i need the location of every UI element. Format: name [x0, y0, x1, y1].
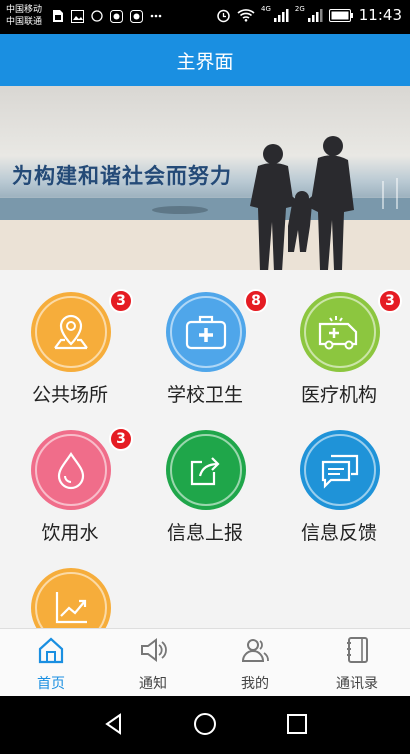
tile-badge: 3 [109, 289, 133, 313]
feedback-chat-icon [321, 454, 359, 489]
tab-label: 首页 [37, 676, 65, 692]
banner-image: 为构建和谐社会而努力 [0, 86, 410, 270]
tile-school-health[interactable]: 8 学校卫生 [138, 270, 272, 406]
tile-icon-circle [31, 430, 111, 510]
tile-icon-circle [300, 430, 380, 510]
map-pin-icon [54, 314, 88, 350]
signal-icon [307, 9, 323, 22]
network-type-2: 2G [294, 5, 305, 13]
tile-label: 公共场所 [31, 384, 108, 406]
tile-label: 信息上报 [166, 522, 243, 544]
tile-medical-institutions[interactable]: 3 医疗机构 [272, 270, 406, 406]
tile-badge: 3 [109, 427, 133, 451]
tile-icon-circle [166, 292, 246, 372]
tile-label: 学校卫生 [166, 384, 243, 406]
status-bar: 中国移动 中国联通 4G 2G 11:43 [0, 0, 410, 34]
carrier-info: 中国移动 中国联通 [6, 4, 42, 28]
water-drop-icon [57, 452, 85, 490]
network-type-1: 4G [260, 5, 271, 13]
tab-profile[interactable]: 我的 [204, 629, 306, 697]
tile-icon-circle [166, 430, 246, 510]
tab-contacts[interactable]: 通讯录 [306, 629, 408, 697]
tile-icon-circle [300, 292, 380, 372]
tile-badge: 8 [244, 289, 268, 313]
tile-icon-circle [31, 568, 111, 628]
speaker-icon [141, 638, 167, 662]
user-icon [241, 639, 269, 662]
first-aid-kit-icon [185, 315, 227, 350]
tile-badge: 3 [378, 289, 402, 313]
page-title-bar: 主界面 [0, 34, 410, 86]
app-notification-icon [130, 9, 143, 23]
sim-card-icon [53, 10, 63, 22]
tile-label: 饮用水 [41, 522, 99, 544]
carrier-2: 中国联通 [6, 17, 43, 27]
tile-drinking-water[interactable]: 3 饮用水 [3, 408, 137, 544]
tile-label: 信息反馈 [300, 522, 377, 544]
app-notification-icon [110, 9, 123, 23]
back-icon[interactable] [102, 712, 126, 736]
system-navigation-bar [0, 696, 410, 754]
tab-label: 我的 [241, 676, 269, 692]
carrier-1: 中国移动 [6, 5, 43, 15]
page-title: 主界面 [176, 50, 234, 73]
battery-icon [328, 8, 353, 22]
contacts-icon [347, 637, 368, 663]
banner-slogan: 为构建和谐社会而努力 [12, 164, 232, 188]
notification-icons [52, 9, 162, 23]
ambulance-icon [318, 316, 358, 350]
tab-notifications[interactable]: 通知 [102, 629, 204, 697]
tile-info-report[interactable]: 信息上报 [138, 408, 272, 544]
circle-icon [91, 10, 103, 22]
tile-info-feedback[interactable]: 信息反馈 [272, 408, 406, 544]
share-report-icon [190, 457, 220, 486]
tab-label: 通知 [139, 676, 167, 692]
wifi-icon [237, 9, 255, 22]
tile-statistics[interactable] [3, 546, 137, 628]
tile-icon-circle [31, 292, 111, 372]
alarm-icon [217, 9, 230, 22]
image-icon [71, 9, 84, 23]
more-icon [150, 14, 162, 18]
home-circle-icon[interactable] [193, 712, 217, 736]
clock: 11:43 [358, 6, 402, 24]
home-icon [38, 637, 64, 664]
bottom-tab-bar: 首页 通知 我的 通讯录 [0, 628, 410, 696]
chart-trend-icon [55, 592, 87, 624]
system-status: 4G 2G 11:43 [216, 5, 402, 24]
tab-home[interactable]: 首页 [0, 629, 102, 697]
tab-label: 通讯录 [336, 676, 378, 692]
feature-grid: 3 公共场所 8 学校卫生 3 医疗机构 3 饮用水 信息上报 信息反馈 [0, 270, 410, 628]
tile-label: 医疗机构 [300, 384, 377, 406]
signal-icon [273, 9, 289, 22]
recent-apps-icon[interactable] [285, 712, 309, 736]
tile-public-places[interactable]: 3 公共场所 [3, 270, 137, 406]
